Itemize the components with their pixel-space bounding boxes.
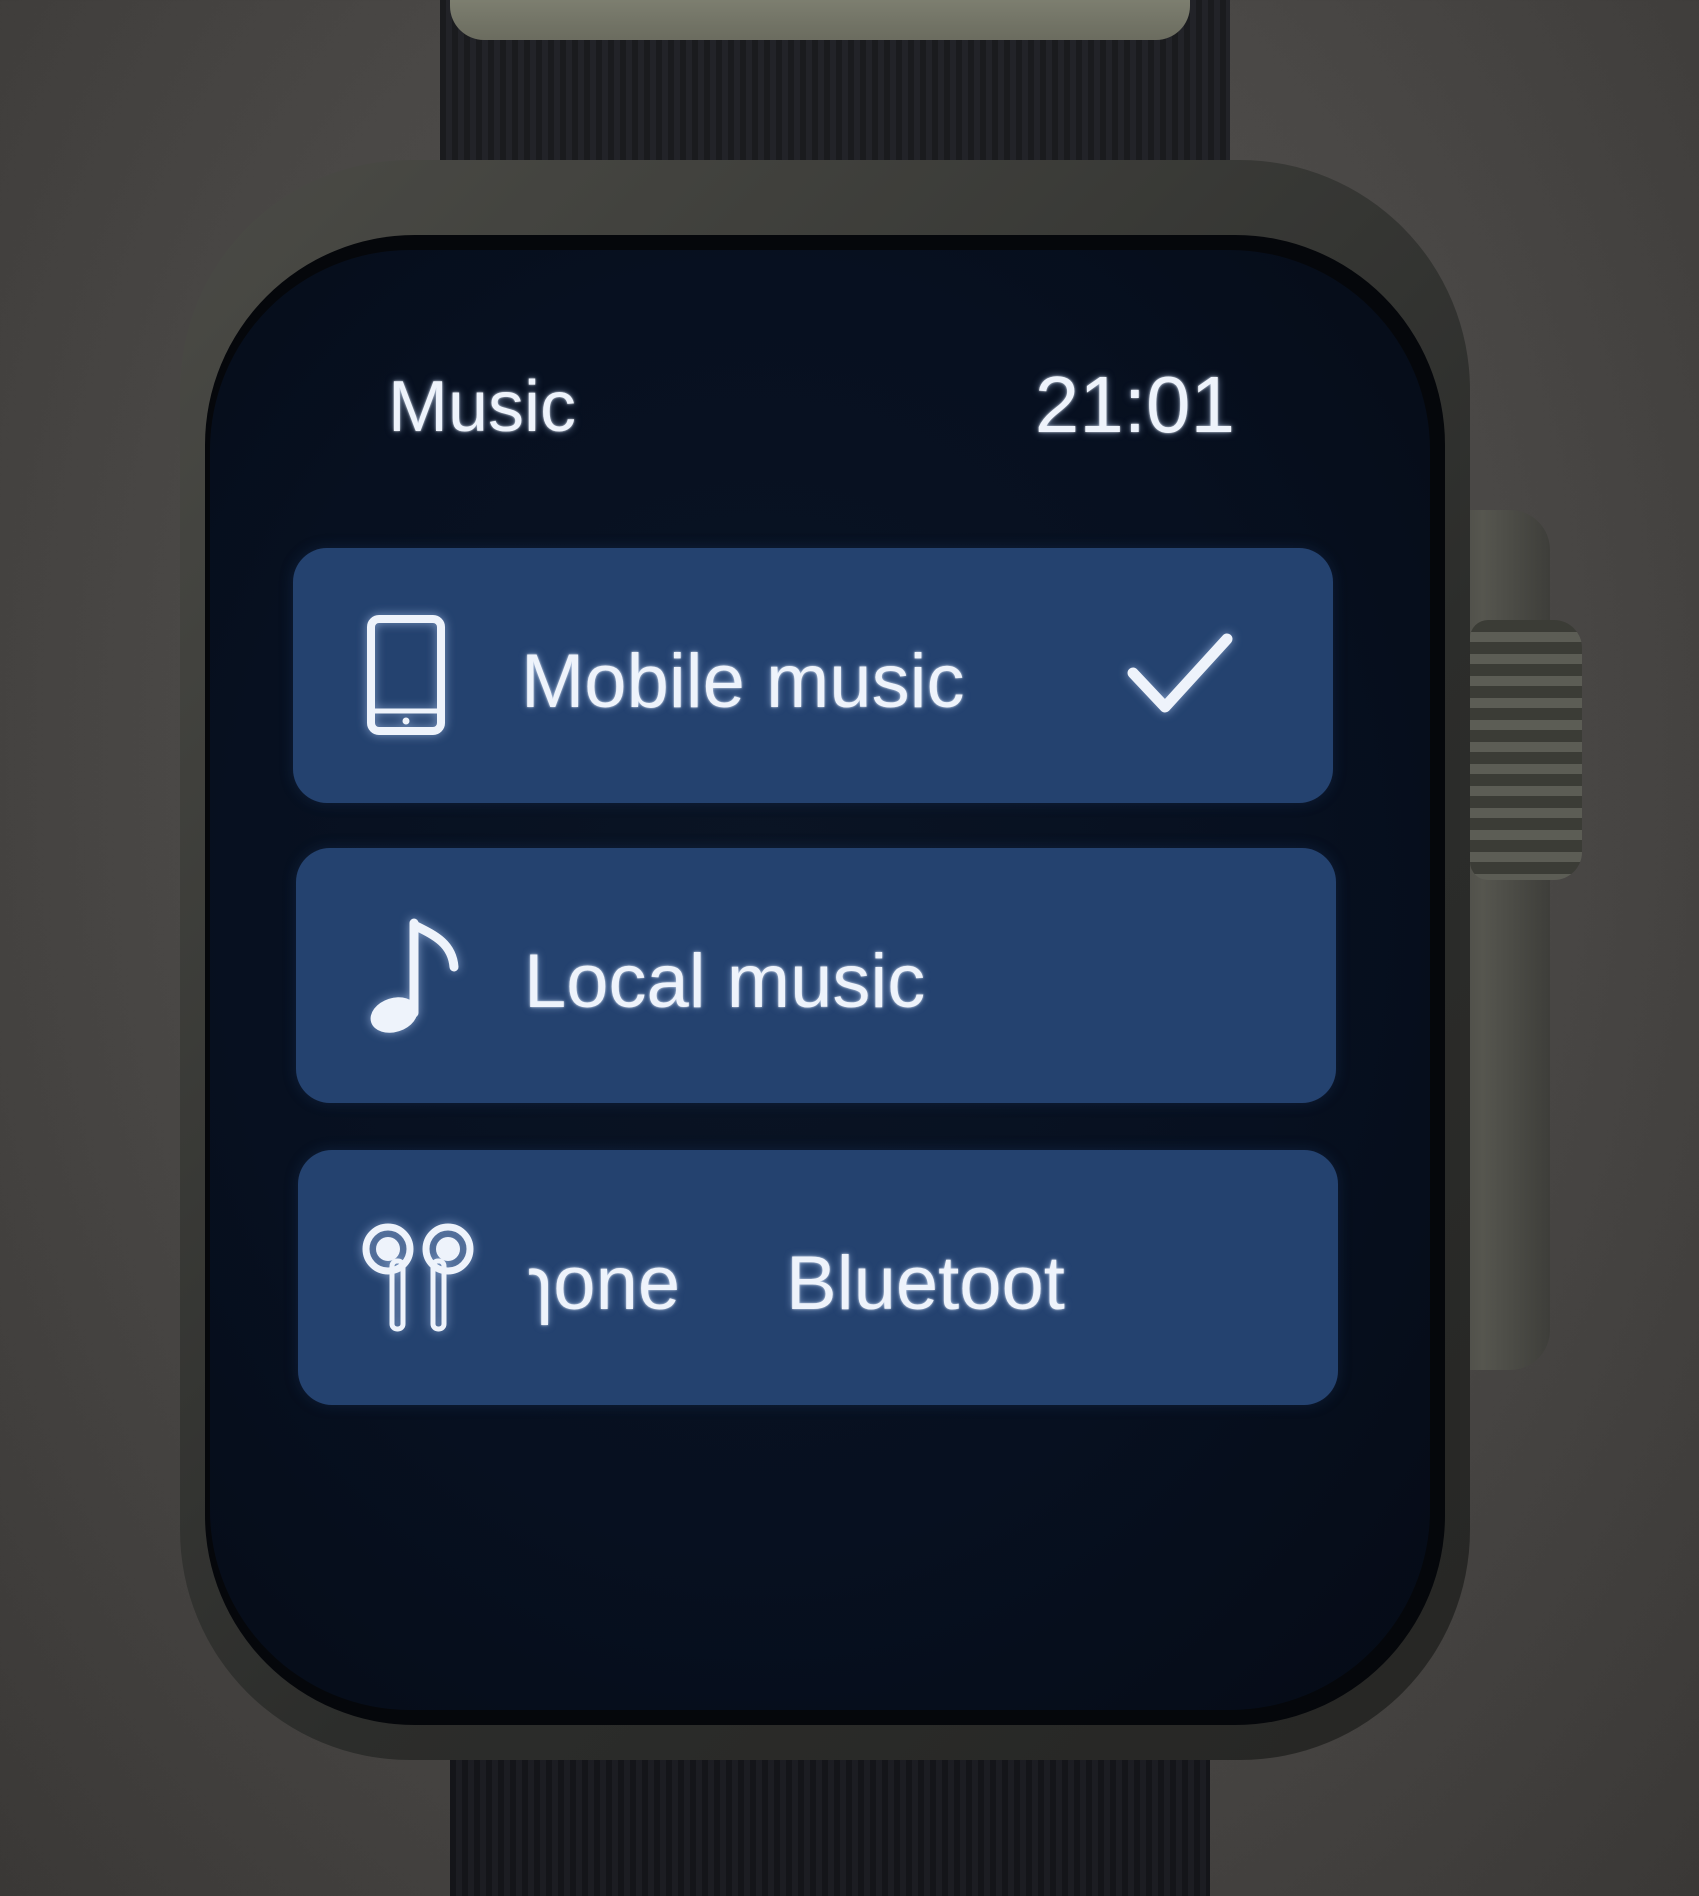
menu-item-bluetooth-headphone[interactable]: ɿone Bluetoot (298, 1150, 1338, 1405)
menu-item-label: ɿone (528, 1241, 681, 1326)
watch-scene: Music 21:01 Mobile music Local music ɿon… (0, 0, 1699, 1896)
checkmark-icon (1125, 625, 1235, 725)
clock-time: 21:01 (1034, 360, 1235, 449)
digital-crown[interactable] (1470, 620, 1582, 880)
page-title: Music (388, 367, 577, 447)
menu-item-label: Local music (524, 939, 926, 1024)
watch-screen: Music 21:01 Mobile music Local music ɿon… (210, 250, 1430, 1710)
menu-item-mobile-music[interactable]: Mobile music (293, 548, 1333, 803)
music-note-icon (356, 913, 476, 1038)
menu-item-label-scrolling: Bluetoot (786, 1241, 1065, 1326)
strap-buckle (450, 0, 1190, 40)
menu-item-local-music[interactable]: Local music (296, 848, 1336, 1103)
phone-icon (353, 613, 473, 738)
menu-item-label: Mobile music (521, 639, 965, 724)
earbuds-icon (358, 1215, 478, 1340)
